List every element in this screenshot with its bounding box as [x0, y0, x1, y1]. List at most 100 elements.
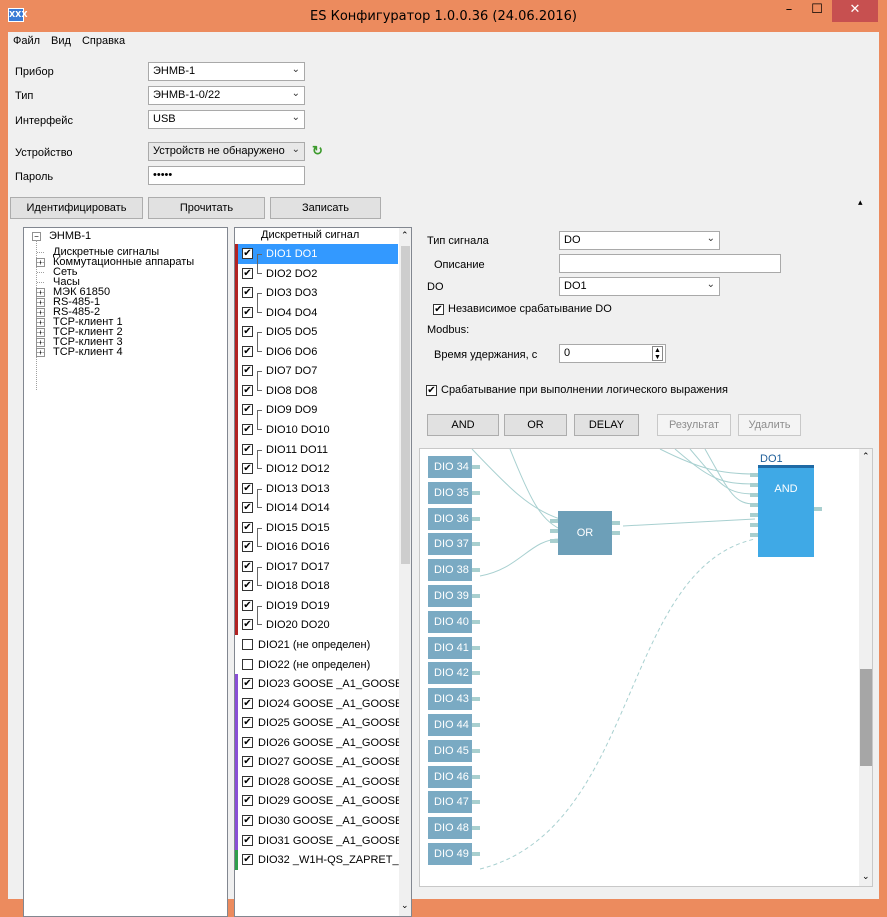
- independent-checkbox[interactable]: ✔ Независимое срабатывание DO: [433, 303, 612, 315]
- signal-checkbox[interactable]: ✔: [242, 326, 253, 338]
- signal-checkbox[interactable]: [242, 658, 253, 670]
- signal-row[interactable]: ✔ DIO28 GOOSE _A1_GOOSE: [235, 771, 402, 792]
- signal-checkbox[interactable]: ✔: [242, 482, 253, 494]
- signal-checkbox[interactable]: ✔: [242, 717, 253, 729]
- scroll-down-icon[interactable]: ⌄: [862, 871, 870, 882]
- signal-row[interactable]: ✔ DIO26 GOOSE _A1_GOOSE: [235, 732, 402, 753]
- signal-row[interactable]: ✔ DIO29 GOOSE _A1_GOOSE: [235, 791, 402, 812]
- signal-checkbox[interactable]: ✔: [242, 463, 253, 475]
- or-gate[interactable]: OR: [558, 511, 612, 555]
- signal-checkbox[interactable]: ✔: [242, 287, 253, 299]
- signal-checkbox[interactable]: ✔: [242, 678, 253, 690]
- menu-file[interactable]: Файл: [8, 32, 46, 47]
- minimize-button[interactable]: –: [775, 0, 803, 22]
- signal-row[interactable]: DIO21 (не определен): [235, 635, 398, 655]
- output-port[interactable]: [472, 465, 480, 469]
- signal-checkbox[interactable]: ✔: [242, 267, 253, 279]
- dio-input-block[interactable]: DIO 44: [428, 714, 480, 736]
- signal-row[interactable]: ✔ DIO30 GOOSE _A1_GOOSE: [235, 810, 402, 831]
- signal-row[interactable]: ✔ DIO14 DO14: [235, 498, 398, 519]
- signal-row[interactable]: ✔ DIO27 GOOSE _A1_GOOSE: [235, 752, 402, 773]
- output-port[interactable]: [472, 490, 480, 495]
- dio-input-block[interactable]: DIO 45: [428, 739, 480, 762]
- signal-row[interactable]: ✔ DIO8 DO8: [235, 380, 398, 401]
- gate-port[interactable]: [750, 473, 758, 477]
- dio-input-block[interactable]: DIO 42: [428, 662, 480, 685]
- signal-row[interactable]: ✔ DIO13 DO13: [235, 478, 398, 499]
- signal-row[interactable]: ✔ DIO7 DO7: [235, 361, 398, 382]
- delete-button[interactable]: Удалить: [738, 414, 801, 436]
- output-port[interactable]: [472, 645, 480, 650]
- signal-checkbox[interactable]: ✔: [242, 619, 253, 631]
- output-port[interactable]: [472, 697, 480, 702]
- signal-checkbox[interactable]: ✔: [242, 404, 253, 416]
- output-port[interactable]: [472, 826, 480, 831]
- delay-button[interactable]: DELAY: [574, 414, 639, 436]
- password-field[interactable]: •••••: [148, 166, 305, 185]
- signal-row[interactable]: ✔ DIO2 DO2: [235, 263, 398, 284]
- refresh-icon[interactable]: ↻: [312, 143, 323, 159]
- gate-port[interactable]: [814, 507, 822, 511]
- output-port[interactable]: [472, 619, 480, 624]
- tree-root[interactable]: − ЭНМВ-1: [32, 230, 91, 242]
- gate-port[interactable]: [550, 529, 558, 533]
- signal-checkbox[interactable]: ✔: [242, 814, 253, 826]
- spin-icon[interactable]: ▲ ▼: [652, 346, 663, 361]
- signal-checkbox[interactable]: ✔: [242, 834, 253, 846]
- logic-diagram-canvas[interactable]: DIO 34 DIO 35 DIO 36 DIO 37 DIO 38 DIO 39 DIO …: [419, 448, 873, 887]
- signal-checkbox[interactable]: ✔: [242, 756, 253, 768]
- gate-port[interactable]: [750, 523, 758, 527]
- dio-input-block[interactable]: DIO 36: [428, 507, 480, 530]
- dio-input-block[interactable]: DIO 48: [428, 817, 480, 840]
- gate-port[interactable]: [612, 521, 620, 525]
- tip-select[interactable]: ЭНМВ-1-0/22 ⌄: [148, 86, 305, 105]
- signal-list-scrollbar[interactable]: ⌃ ⌄: [399, 228, 411, 916]
- signal-row[interactable]: ✔ DIO20 DO20: [235, 615, 398, 636]
- scroll-thumb[interactable]: [401, 246, 410, 564]
- signal-row[interactable]: ✔ DIO25 GOOSE _A1_GOOSE: [235, 713, 402, 734]
- write-button[interactable]: Записать: [270, 197, 381, 219]
- gate-port[interactable]: [750, 513, 758, 517]
- output-port[interactable]: [472, 800, 480, 805]
- signal-row[interactable]: ✔ DIO16 DO16: [235, 537, 398, 558]
- gate-port[interactable]: [750, 533, 758, 537]
- signal-checkbox[interactable]: ✔: [242, 854, 253, 866]
- signal-row[interactable]: ✔ DIO11 DO11: [235, 439, 398, 460]
- output-port[interactable]: [472, 852, 480, 856]
- signal-row[interactable]: ✔ DIO1 DO1: [235, 244, 398, 264]
- gate-port[interactable]: [612, 531, 620, 535]
- dio-input-block[interactable]: DIO 35: [428, 481, 480, 504]
- signal-row[interactable]: ✔ DIO5 DO5: [235, 322, 398, 343]
- output-port[interactable]: [472, 748, 480, 753]
- interface-select[interactable]: USB ⌄: [148, 110, 305, 129]
- gate-port[interactable]: [550, 519, 558, 523]
- signal-checkbox[interactable]: ✔: [242, 306, 253, 318]
- signal-type-select[interactable]: DO ⌄: [559, 231, 720, 250]
- signal-row[interactable]: ✔ DIO24 GOOSE _A1_GOOSE: [235, 693, 402, 714]
- dio-input-block[interactable]: DIO 47: [428, 791, 480, 814]
- scroll-up-icon[interactable]: ⌃: [401, 230, 409, 241]
- dio-input-block[interactable]: DIO 39: [428, 585, 480, 607]
- signal-row[interactable]: ✔ DIO9 DO9: [235, 400, 398, 421]
- pribor-select[interactable]: ЭНМВ-1 ⌄: [148, 62, 305, 81]
- logic-checkbox[interactable]: ✔ Срабатывание при выполнении логического…: [426, 384, 728, 396]
- signal-checkbox[interactable]: ✔: [242, 560, 253, 572]
- or-button[interactable]: OR: [504, 414, 567, 436]
- dio-input-block[interactable]: DIO 38: [428, 559, 480, 582]
- signal-checkbox[interactable]: ✔: [242, 697, 253, 709]
- menu-view[interactable]: Вид: [46, 32, 77, 47]
- signal-checkbox[interactable]: ✔: [242, 443, 253, 455]
- gate-port[interactable]: [750, 483, 758, 487]
- result-button[interactable]: Результат: [657, 414, 731, 436]
- do-select[interactable]: DO1 ⌄: [559, 277, 720, 296]
- menu-help[interactable]: Справка: [77, 32, 131, 47]
- output-port[interactable]: [472, 723, 480, 727]
- signal-checkbox[interactable]: ✔: [242, 365, 253, 377]
- output-port[interactable]: [472, 671, 480, 676]
- signal-checkbox[interactable]: ✔: [242, 248, 253, 259]
- read-button[interactable]: Прочитать: [148, 197, 265, 219]
- output-port[interactable]: [472, 568, 480, 573]
- tree-item[interactable]: + TCP-клиент 4: [36, 346, 123, 358]
- device-select[interactable]: Устройств не обнаружено ⌄: [148, 142, 305, 161]
- signal-checkbox[interactable]: ✔: [242, 736, 253, 748]
